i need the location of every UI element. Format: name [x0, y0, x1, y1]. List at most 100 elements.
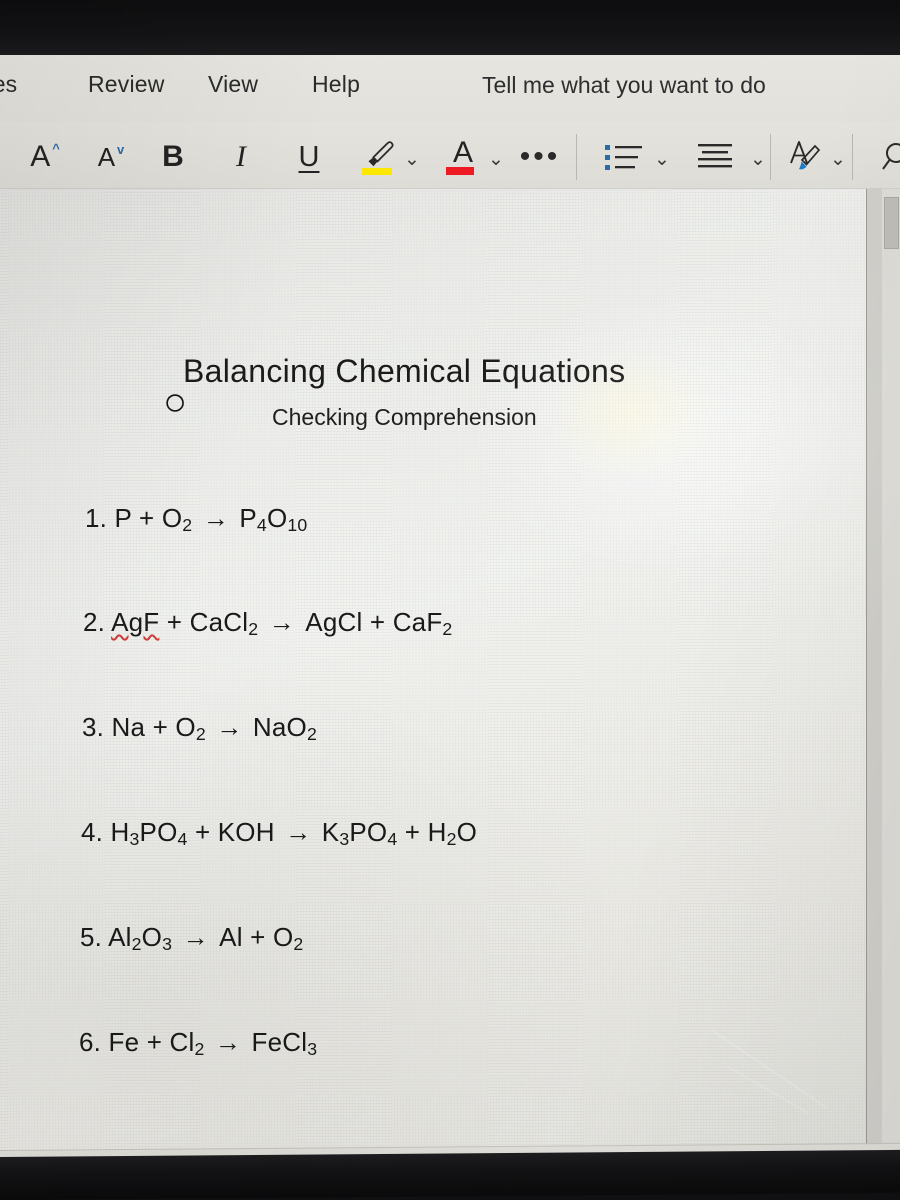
equation-text: H	[427, 817, 447, 847]
equation-number: 1.	[85, 503, 115, 533]
search-button[interactable]	[878, 136, 900, 178]
equation-text: P	[239, 503, 257, 533]
equation-text: KOH	[217, 817, 275, 847]
toolbar-divider	[770, 134, 771, 180]
format-painter-chevron-down-icon[interactable]: ⌄	[830, 148, 846, 171]
word-application-window: nces Review View Help Tell me what you w…	[0, 55, 900, 1157]
document-subtitle: Checking Comprehension	[272, 404, 537, 430]
align-button[interactable]	[692, 136, 740, 178]
equation-6[interactable]: 6. Fe + Cl2 → FeCl3	[79, 1027, 317, 1060]
tab-help[interactable]: Help	[312, 71, 360, 98]
highlight-color-swatch	[362, 168, 392, 175]
more-formatting-button[interactable]: •••	[520, 136, 560, 178]
reaction-arrow-icon: →	[195, 503, 237, 533]
italic-button[interactable]: I	[224, 136, 258, 178]
equation-text: O	[161, 503, 183, 533]
equation-text: PO	[349, 817, 388, 847]
reaction-arrow-icon: →	[261, 607, 303, 637]
equation-text: +	[139, 1027, 170, 1057]
equation-text: Na	[111, 712, 146, 742]
equation-text: O	[456, 817, 478, 847]
equation-number: 4.	[81, 817, 111, 847]
formatting-toolbar: A ^ A v B I U ⌄ A ⌄ ••• ⌄ ⌄ ⌄	[0, 122, 900, 189]
tell-me-search-box[interactable]: Tell me what you want to do	[482, 72, 766, 99]
equation-text: CaF	[392, 607, 443, 637]
subscript: 2	[446, 828, 457, 849]
grow-font-button[interactable]: A ^	[22, 136, 68, 178]
format-painter-button[interactable]	[784, 136, 826, 178]
subscript: 10	[287, 514, 308, 535]
equation-text: +	[397, 817, 428, 847]
subscript: 4	[177, 828, 188, 849]
font-color-chevron-down-icon[interactable]: ⌄	[488, 148, 504, 171]
align-chevron-down-icon[interactable]: ⌄	[750, 148, 766, 171]
equation-1[interactable]: 1. P + O2 → P4O10	[85, 503, 307, 536]
bullet-list-button[interactable]	[600, 136, 648, 178]
subscript: 3	[339, 828, 350, 849]
highlight-button[interactable]	[360, 136, 400, 178]
toolbar-divider	[852, 134, 853, 180]
document-title: Balancing Chemical Equations	[183, 353, 626, 389]
subscript: 2	[442, 618, 453, 639]
equation-text: Cl	[169, 1027, 195, 1057]
document-canvas: ○ Balancing Chemical Equations Checking …	[0, 189, 900, 1157]
equation-4[interactable]: 4. H3PO4 + KOH → K3PO4 + H2O	[81, 817, 477, 850]
equation-text: +	[131, 503, 162, 533]
equation-text: +	[242, 922, 273, 952]
equation-2[interactable]: 2. AgF + CaCl2 → AgCl + CaF2	[83, 607, 452, 640]
equation-3[interactable]: 3. Na + O2 → NaO2	[82, 712, 317, 745]
equation-number: 2.	[83, 607, 112, 637]
equation-text: O	[141, 922, 163, 952]
search-icon	[882, 143, 900, 170]
bold-button[interactable]: B	[156, 136, 190, 178]
equation-text: +	[145, 712, 176, 742]
align-lines-icon	[698, 144, 732, 168]
ribbon-tab-row: nces Review View Help Tell me what you w…	[0, 55, 900, 173]
highlight-chevron-down-icon[interactable]: ⌄	[404, 148, 420, 171]
equation-text: +	[187, 817, 218, 847]
font-color-swatch	[446, 167, 474, 175]
tab-review[interactable]: Review	[88, 71, 165, 98]
equation-text: NaO	[252, 712, 307, 742]
format-painter-icon	[790, 141, 821, 170]
bullet-list-chevron-down-icon[interactable]: ⌄	[654, 148, 670, 171]
font-color-glyph: A	[452, 136, 473, 169]
subscript: 2	[248, 618, 259, 639]
vertical-scrollbar-track[interactable]	[882, 189, 900, 1157]
shrink-font-button[interactable]: A v	[88, 136, 134, 178]
equation-text: +	[159, 607, 190, 637]
page-edge-line	[866, 189, 867, 1157]
shrink-font-caret-icon: v	[117, 141, 125, 157]
reaction-arrow-icon: →	[208, 712, 250, 742]
reaction-arrow-icon: →	[207, 1027, 249, 1057]
font-color-button[interactable]: A	[443, 136, 483, 178]
document-page	[0, 189, 876, 1157]
equation-text: H	[110, 817, 130, 847]
equation-number: 3.	[82, 712, 112, 742]
subscript: 2	[293, 933, 304, 954]
equation-text: CaCl	[189, 607, 249, 637]
subscript: 2	[131, 933, 142, 954]
equation-text: O	[266, 503, 288, 533]
equation-text: +	[362, 607, 393, 637]
tab-references[interactable]: nces	[0, 71, 17, 98]
monitor-bezel-top	[0, 0, 900, 55]
underline-button[interactable]: U	[292, 136, 326, 178]
equation-text: O	[272, 922, 294, 952]
grow-font-caret-icon: ^	[52, 140, 60, 156]
taskbar	[0, 1157, 900, 1200]
subscript: 3	[307, 1038, 318, 1059]
subscript: 3	[129, 828, 140, 849]
tab-view[interactable]: View	[208, 71, 258, 98]
grow-font-glyph: A	[30, 140, 51, 173]
misspelled-word: AgF	[111, 607, 160, 637]
equation-5[interactable]: 5. Al2O3 → Al + O2	[80, 922, 303, 955]
equation-text: PO	[139, 817, 178, 847]
toolbar-divider	[576, 134, 577, 180]
equation-text: FeCl	[251, 1027, 308, 1057]
equation-text: Al	[108, 922, 132, 952]
subscript: 2	[194, 1038, 205, 1059]
equation-text: AgCl	[305, 607, 363, 637]
subscript: 4	[387, 828, 398, 849]
vertical-scrollbar-thumb[interactable]	[884, 197, 899, 249]
